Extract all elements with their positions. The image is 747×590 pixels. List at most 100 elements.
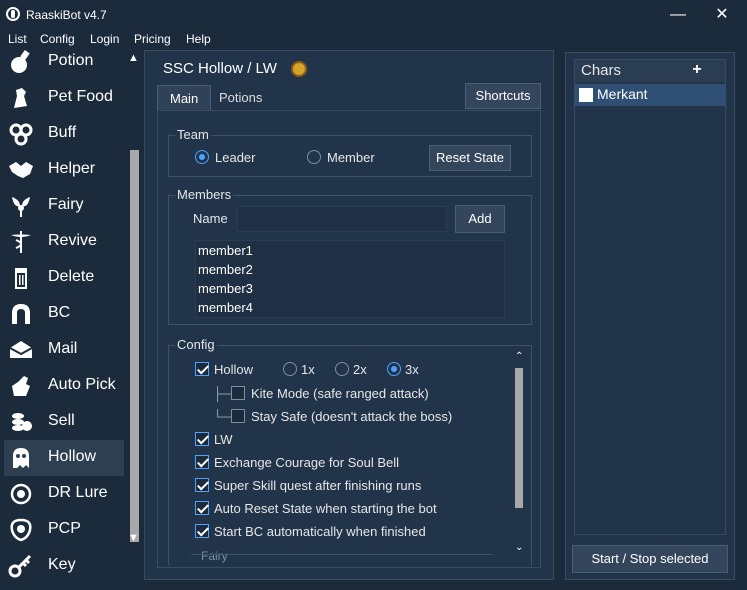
char-checkbox[interactable] [579, 88, 593, 102]
tab-potions[interactable]: Potions [207, 85, 274, 111]
tree-branch: ├─ [213, 386, 232, 401]
super-skill-checkbox[interactable] [195, 478, 209, 492]
multiplier-3x-radio[interactable] [387, 362, 401, 376]
sidebar-item-label: PCP [48, 520, 81, 537]
auto-reset-checkbox[interactable] [195, 501, 209, 515]
sidebar: Potion Pet Food Buff Helper Fairy Revive… [0, 44, 142, 590]
sidebar-item-dr-lure[interactable]: DR Lure [4, 476, 124, 512]
stay-safe-checkbox[interactable] [231, 409, 245, 423]
stay-safe-label: Stay Safe (doesn't attack the boss) [251, 409, 453, 424]
close-button[interactable]: ✕ [710, 4, 734, 26]
sidebar-item-hollow[interactable]: Hollow [4, 440, 124, 476]
sidebar-item-fairy[interactable]: Fairy [4, 188, 124, 224]
sidebar-item-label: Auto Pick [48, 376, 116, 393]
multiplier-3x-label: 3x [405, 362, 419, 377]
sidebar-item-key[interactable]: Key [4, 548, 124, 584]
main-panel: SSC Hollow / LW Main Potions Shortcuts T… [144, 50, 554, 580]
minimize-button[interactable]: — [666, 4, 690, 26]
list-item[interactable]: Merkant [575, 84, 725, 106]
multiplier-1x-label: 1x [301, 362, 315, 377]
sidebar-item-label: Sell [48, 412, 75, 429]
name-label: Name [193, 211, 228, 226]
multiplier-2x-label: 2x [353, 362, 367, 377]
chars-header: Chars + [575, 60, 725, 82]
start-stop-button[interactable]: Start / Stop selected [572, 545, 728, 573]
sidebar-scroll-down-icon[interactable]: ▼ [128, 532, 139, 544]
sidebar-item-pcp[interactable]: PCP [4, 512, 124, 548]
sidebar-item-bc[interactable]: BC [4, 296, 124, 332]
pcp-icon [10, 518, 32, 542]
sidebar-item-label: BC [48, 304, 71, 321]
hollow-checkbox[interactable] [195, 362, 209, 376]
fairy-group-title: Fairy [201, 549, 228, 563]
sidebar-item-helper[interactable]: Helper [4, 152, 124, 188]
sidebar-item-label: Pet Food [48, 88, 113, 105]
potion-icon [11, 50, 30, 73]
config-scroll-down-icon[interactable]: ⌄ [515, 542, 523, 553]
kite-mode-label: Kite Mode (safe ranged attack) [251, 386, 429, 401]
shortcuts-button[interactable]: Shortcuts [465, 83, 541, 109]
kite-mode-checkbox[interactable] [231, 386, 245, 400]
sidebar-scrollbar[interactable] [130, 150, 139, 542]
sidebar-item-buff[interactable]: Buff [4, 116, 124, 152]
auto-reset-label: Auto Reset State when starting the bot [214, 501, 437, 516]
sidebar-item-label: Potion [48, 52, 94, 69]
sidebar-item-revive[interactable]: Revive [4, 224, 124, 260]
hollow-label: Hollow [214, 362, 254, 377]
window-title: RaaskiBot v4.7 [26, 8, 107, 22]
lw-checkbox[interactable] [195, 432, 209, 446]
trash-icon [15, 268, 27, 289]
members-list[interactable]: member1 member2 member3 member4 [195, 240, 505, 318]
sidebar-item-pet-food[interactable]: Pet Food [4, 80, 124, 116]
sidebar-item-label: Fairy [48, 196, 84, 213]
team-group: Team Leader Member Reset State [168, 127, 532, 177]
menu-help[interactable]: Help [186, 32, 211, 46]
member-radio[interactable] [307, 150, 321, 164]
config-scroll-up-icon[interactable]: ⌃ [515, 351, 523, 362]
add-char-button[interactable]: + [679, 60, 715, 82]
tab-main[interactable]: Main [157, 85, 212, 111]
sidebar-item-potion[interactable]: Potion [4, 44, 124, 80]
list-item[interactable]: member4 [196, 300, 504, 319]
list-item[interactable]: member1 [196, 243, 504, 262]
sidebar-item-sell[interactable]: Sell [4, 404, 124, 440]
chars-list: Chars + Merkant [574, 59, 726, 535]
char-name: Merkant [597, 86, 648, 102]
multiplier-2x-radio[interactable] [335, 362, 349, 376]
chars-panel: Chars + Merkant Start / Stop selected [565, 52, 735, 580]
member-label: Member [327, 150, 375, 165]
config-scrollbar[interactable] [515, 368, 523, 508]
leader-radio[interactable] [195, 150, 209, 164]
hand-pick-icon [12, 376, 30, 396]
add-member-button[interactable]: Add [455, 205, 505, 233]
title-bar: RaaskiBot v4.7 — ✕ [0, 0, 747, 30]
super-skill-label: Super Skill quest after finishing runs [214, 478, 422, 493]
list-item[interactable]: member2 [196, 262, 504, 281]
coin-icon [291, 61, 307, 77]
exchange-label: Exchange Courage for Soul Bell [214, 455, 400, 470]
start-bc-checkbox[interactable] [195, 524, 209, 538]
multiplier-1x-radio[interactable] [283, 362, 297, 376]
sidebar-item-label: DR Lure [48, 484, 108, 501]
sidebar-item-mail[interactable]: Mail [4, 332, 124, 368]
handshake-icon [9, 162, 33, 178]
lure-icon [10, 483, 32, 505]
tree-branch: └─ [213, 409, 232, 424]
sidebar-item-label: Delete [48, 268, 95, 285]
sidebar-item-auto-pick[interactable]: Auto Pick [4, 368, 124, 404]
pet-food-icon [14, 88, 27, 108]
reset-state-button[interactable]: Reset State [429, 145, 511, 171]
exchange-checkbox[interactable] [195, 455, 209, 469]
start-bc-label: Start BC automatically when finished [214, 524, 426, 539]
name-input[interactable] [237, 206, 447, 232]
sidebar-item-delete[interactable]: Delete [4, 260, 124, 296]
sidebar-item-label: Buff [48, 124, 77, 141]
caduceus-icon [11, 231, 31, 253]
ghost-icon [13, 448, 29, 468]
leader-label: Leader [215, 150, 256, 165]
fairy-icon [12, 197, 30, 217]
mail-icon [9, 341, 33, 358]
sidebar-scroll-up-icon[interactable]: ▲ [128, 52, 139, 64]
list-item[interactable]: member3 [196, 281, 504, 300]
chars-title: Chars [581, 62, 622, 79]
